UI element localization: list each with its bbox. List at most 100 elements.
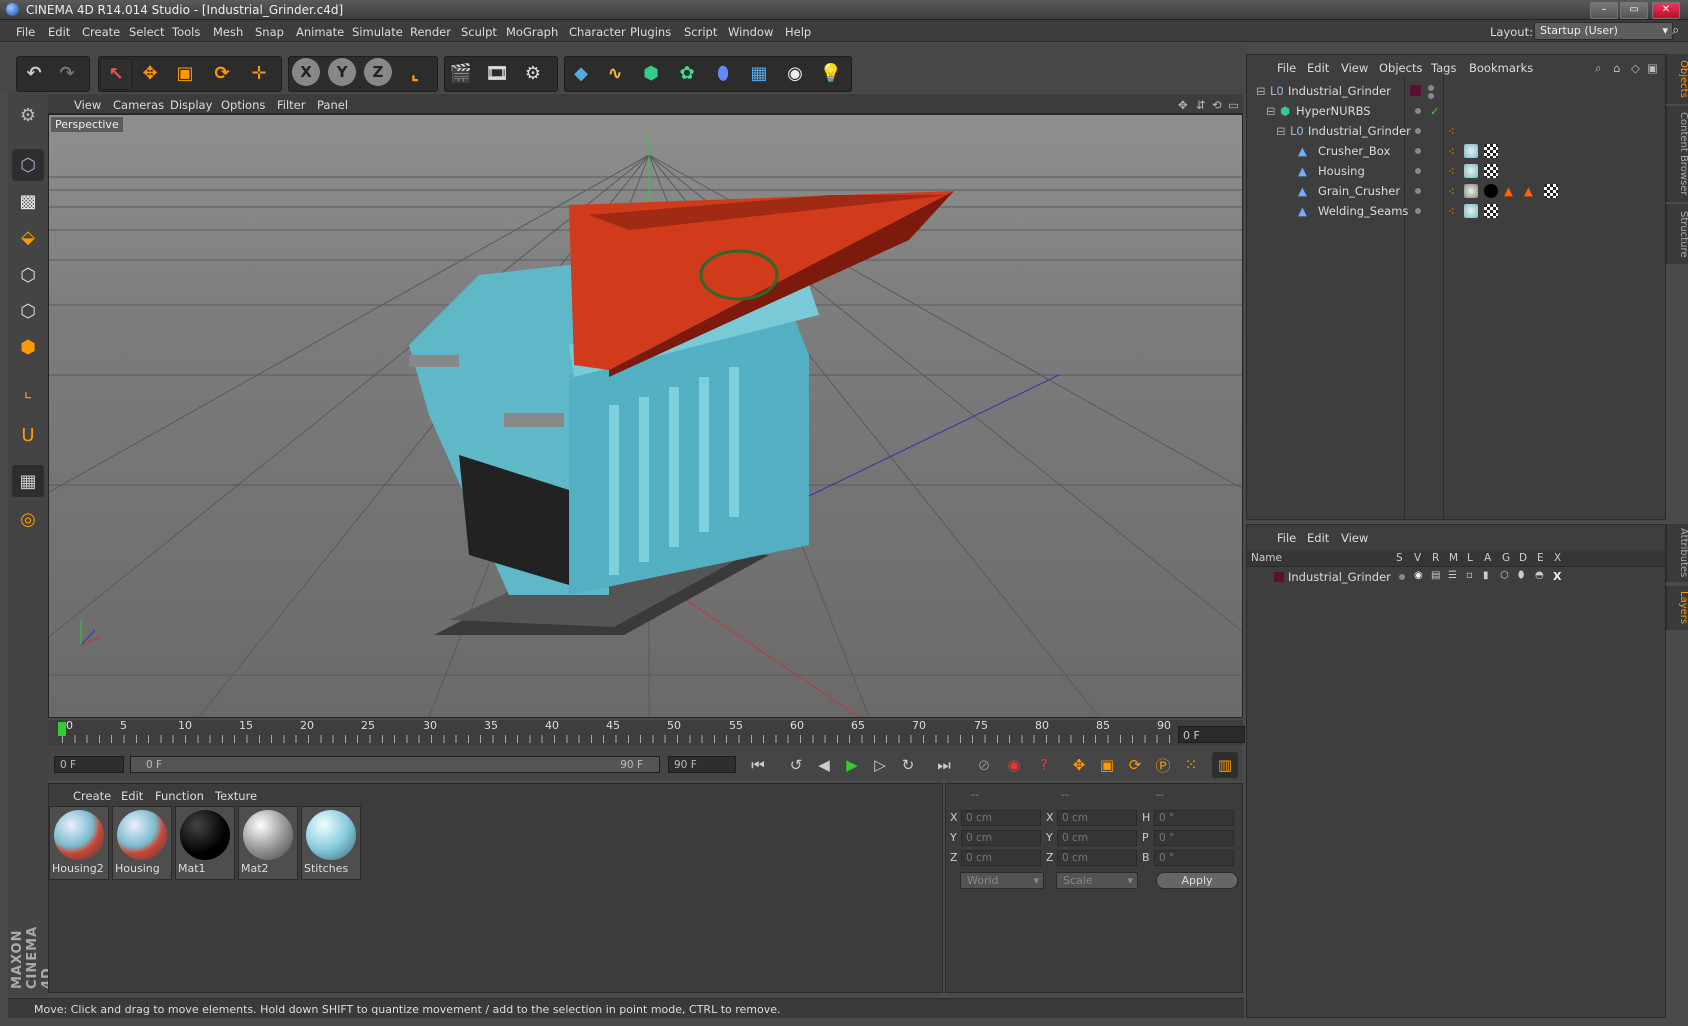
- generator-icon[interactable]: ⬡: [1500, 570, 1509, 581]
- uvw-tag-icon[interactable]: [1484, 144, 1498, 158]
- menu-help[interactable]: Help: [785, 25, 811, 39]
- points-mode-button[interactable]: ⬡: [12, 259, 44, 291]
- view-eye-icon[interactable]: ◉: [1414, 570, 1423, 581]
- close-button[interactable]: ✕: [1652, 2, 1680, 19]
- light-button[interactable]: 💡: [816, 58, 846, 88]
- material-stitches[interactable]: Stitches: [301, 806, 361, 880]
- go-to-end-button[interactable]: ⏭: [931, 752, 957, 778]
- object-row-industrial-grinder-child[interactable]: ⊟ L0 Industrial_Grinder ⁖: [1248, 121, 1666, 141]
- render-settings-button[interactable]: ⚙: [518, 58, 548, 88]
- layout-dropdown[interactable]: Startup (User) ▾: [1534, 22, 1673, 40]
- material-menu-texture[interactable]: Texture: [215, 789, 257, 803]
- apply-button[interactable]: Apply: [1156, 872, 1238, 889]
- object-row-industrial-grinder-root[interactable]: ⊟ L0 Industrial_Grinder: [1248, 81, 1666, 101]
- collapse-icon[interactable]: ⊟: [1256, 84, 1266, 98]
- side-tab-structure[interactable]: Structure: [1666, 204, 1688, 264]
- objects-menu-objects[interactable]: Objects: [1379, 61, 1422, 75]
- timeline-window-button[interactable]: ▥: [1212, 752, 1238, 778]
- minimize-button[interactable]: –: [1590, 2, 1618, 19]
- rotation-p-field[interactable]: 0 °: [1154, 830, 1234, 846]
- menu-animate[interactable]: Animate: [296, 25, 344, 39]
- viewport-menu-panel[interactable]: Panel: [317, 98, 348, 112]
- visibility-dot[interactable]: [1415, 168, 1421, 174]
- end-frame-field[interactable]: 90 F: [668, 756, 736, 773]
- visibility-dot[interactable]: [1415, 148, 1421, 154]
- key-pla-button[interactable]: ⁙: [1178, 752, 1204, 778]
- y-axis-lock-button[interactable]: Y: [328, 58, 356, 86]
- menu-plugins[interactable]: Plugins: [630, 25, 671, 39]
- new-window-icon[interactable]: ▣: [1647, 61, 1658, 75]
- redo-button[interactable]: ↷: [52, 58, 82, 88]
- xref-icon[interactable]: X: [1553, 570, 1561, 583]
- previous-key-button[interactable]: ↺: [783, 752, 809, 778]
- soft-selection-button[interactable]: ◎: [12, 503, 44, 535]
- menu-create[interactable]: Create: [82, 25, 120, 39]
- scale-tool-button[interactable]: ▣: [170, 58, 200, 88]
- position-x-field[interactable]: 0 cm: [961, 810, 1041, 826]
- render-picture-viewer-button[interactable]: 🎞: [482, 58, 512, 88]
- camera-button[interactable]: ◉: [780, 58, 810, 88]
- next-frame-button[interactable]: ▷: [867, 752, 893, 778]
- menu-sculpt[interactable]: Sculpt: [461, 25, 497, 39]
- home-icon[interactable]: ⌂: [1613, 61, 1620, 75]
- deformer-icon[interactable]: ⬮: [1518, 570, 1524, 581]
- objects-menu-bookmarks[interactable]: Bookmarks: [1469, 61, 1533, 75]
- side-tab-layers[interactable]: Layers: [1666, 586, 1688, 630]
- phong-tag-icon[interactable]: ⁖: [1448, 184, 1455, 198]
- objects-menu-edit[interactable]: Edit: [1307, 61, 1329, 75]
- recent-tool-button[interactable]: ✛: [244, 58, 274, 88]
- visibility-dot[interactable]: [1428, 85, 1434, 91]
- viewport-pan-icon[interactable]: ✥: [1178, 98, 1188, 112]
- workplane-lock-button[interactable]: ▦: [12, 465, 44, 497]
- viewport-maximize-icon[interactable]: ▭: [1228, 98, 1239, 112]
- phong-tag-icon[interactable]: ⁖: [1448, 144, 1455, 158]
- coordinate-system-button[interactable]: ⌞: [400, 58, 430, 88]
- phong-tag-icon[interactable]: ⁖: [1448, 164, 1455, 178]
- play-button[interactable]: ▶: [839, 752, 865, 778]
- uvw-tag-icon[interactable]: [1544, 184, 1558, 198]
- material-tag-icon[interactable]: [1484, 184, 1498, 198]
- perspective-viewport[interactable]: Perspective: [48, 114, 1243, 718]
- size-mode-dropdown[interactable]: Scale ▾: [1056, 872, 1138, 889]
- layers-menu-view[interactable]: View: [1341, 531, 1368, 545]
- key-parameter-button[interactable]: Ⓟ: [1150, 752, 1176, 778]
- move-tool-button[interactable]: ✥: [135, 58, 165, 88]
- lock-icon[interactable]: ▫: [1466, 570, 1473, 581]
- selection-tag-icon[interactable]: ▲: [1524, 184, 1533, 198]
- viewport-rotate-icon[interactable]: ⟲: [1212, 98, 1222, 112]
- key-scale-button[interactable]: ▣: [1094, 752, 1120, 778]
- visibility-dot[interactable]: [1415, 188, 1421, 194]
- polygons-mode-button[interactable]: ⬢: [12, 331, 44, 363]
- material-housing[interactable]: Housing: [112, 806, 172, 880]
- z-axis-lock-button[interactable]: Z: [364, 58, 392, 86]
- visibility-dot[interactable]: [1415, 108, 1421, 114]
- make-editable-button[interactable]: ⚙: [12, 99, 44, 131]
- objects-menu-tags[interactable]: Tags: [1431, 61, 1456, 75]
- start-frame-field[interactable]: 0 F: [54, 756, 124, 773]
- solo-toggle[interactable]: [1399, 574, 1405, 580]
- mograph-cloner-button[interactable]: ✿: [672, 58, 702, 88]
- playhead[interactable]: [58, 722, 66, 736]
- search-icon[interactable]: ⌕: [1595, 61, 1601, 76]
- layers-menu-file[interactable]: File: [1277, 531, 1296, 545]
- side-tab-objects[interactable]: Objects: [1666, 54, 1688, 104]
- menu-mograph[interactable]: MoGraph: [506, 25, 558, 39]
- go-to-start-button[interactable]: ⏮: [745, 752, 771, 778]
- animation-icon[interactable]: ▮: [1483, 570, 1489, 581]
- rotation-b-field[interactable]: 0 °: [1154, 850, 1234, 866]
- cube-object-button[interactable]: ◆: [566, 58, 596, 88]
- material-menu-edit[interactable]: Edit: [121, 789, 143, 803]
- collapse-icon[interactable]: ⊟: [1266, 104, 1276, 118]
- size-z-field[interactable]: 0 cm: [1057, 850, 1137, 866]
- industrial-grinder-model[interactable]: [409, 191, 954, 635]
- menu-window[interactable]: Window: [728, 25, 773, 39]
- position-z-field[interactable]: 0 cm: [961, 850, 1041, 866]
- menu-file[interactable]: File: [16, 25, 35, 39]
- size-y-field[interactable]: 0 cm: [1057, 830, 1137, 846]
- next-key-button[interactable]: ↻: [895, 752, 921, 778]
- menu-tools[interactable]: Tools: [172, 25, 200, 39]
- maximize-button[interactable]: ▭: [1620, 2, 1648, 19]
- key-rotation-button[interactable]: ⟳: [1122, 752, 1148, 778]
- size-x-field[interactable]: 0 cm: [1057, 810, 1137, 826]
- material-menu-create[interactable]: Create: [73, 789, 111, 803]
